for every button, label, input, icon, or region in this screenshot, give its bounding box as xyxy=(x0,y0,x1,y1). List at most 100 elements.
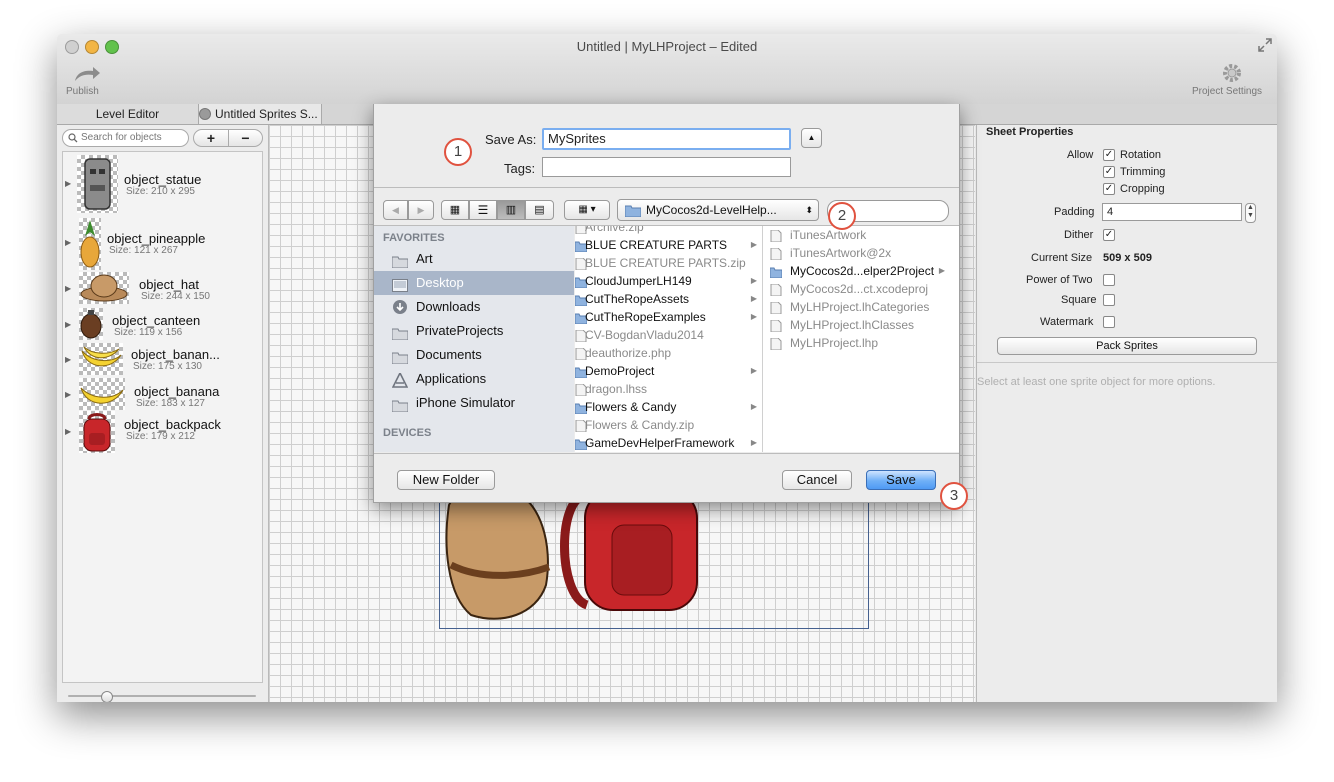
list-item[interactable]: ▶ object_hat Size: 244 x 150 xyxy=(63,272,262,304)
file-item[interactable]: CV-BogdanVladu2014 xyxy=(575,326,761,344)
power-of-two-checkbox[interactable] xyxy=(1103,274,1115,286)
watermark-checkbox[interactable] xyxy=(1103,316,1115,328)
file-item[interactable]: CutTheRopeAssets ▶ xyxy=(575,290,761,308)
trimming-checkbox[interactable]: ✓ xyxy=(1103,166,1115,178)
pack-sprites-button[interactable]: Pack Sprites xyxy=(997,337,1257,355)
add-object-button[interactable]: + xyxy=(193,129,229,147)
save-as-field[interactable]: MySprites xyxy=(542,128,791,150)
coverflow-view-button[interactable]: ▤ xyxy=(525,200,554,220)
file-column-1[interactable]: Archive.zip BLUE CREATURE PARTS ▶ BLUE CREA… xyxy=(575,226,763,452)
column-view-button[interactable]: ▥ xyxy=(497,200,525,220)
file-item[interactable]: dragon.lhss xyxy=(575,380,761,398)
object-size: Size: 175 x 130 xyxy=(133,361,202,372)
disclosure-triangle-icon[interactable]: ▶ xyxy=(65,320,71,329)
tags-label: Tags: xyxy=(504,161,536,176)
file-item[interactable]: Flowers & Candy ▶ xyxy=(575,398,761,416)
disclosure-arrow-icon: ▶ xyxy=(750,438,757,447)
file-item[interactable]: MyLHProject.lhCategories xyxy=(763,298,949,316)
file-name: CloudJumperLH149 xyxy=(585,274,692,288)
back-button[interactable]: ◀ xyxy=(383,200,408,220)
disclosure-triangle-icon[interactable]: ▶ xyxy=(65,284,71,293)
disclosure-triangle-icon[interactable]: ▶ xyxy=(65,238,71,247)
file-item[interactable]: iTunesArtwork@2x xyxy=(763,244,949,262)
tab-sprites-sheet[interactable]: Untitled Sprites S... xyxy=(199,104,322,124)
disclosure-triangle-icon[interactable]: ▶ xyxy=(65,427,71,436)
file-item[interactable]: MyLHProject.lhClasses xyxy=(763,316,949,334)
zoom-slider[interactable] xyxy=(68,691,256,702)
arrange-menu-button[interactable]: ▦ ▾ xyxy=(564,200,610,220)
file-item[interactable]: Archive.zip xyxy=(575,226,761,236)
cropping-label: Cropping xyxy=(1120,183,1165,195)
list-item[interactable]: ▶ object_backpack Size: 179 x 212 xyxy=(63,411,262,453)
sheet-properties-panel: Sheet Properties Allow ✓ Rotation ✓ Trim… xyxy=(976,125,1277,702)
zoom-slider-knob[interactable] xyxy=(101,691,113,702)
list-item[interactable]: ▶ object_banana Size: 183 x 127 xyxy=(63,378,262,410)
rotation-checkbox[interactable]: ✓ xyxy=(1103,149,1115,161)
sidebar-item-downloads[interactable]: Downloads xyxy=(374,295,574,319)
dialog-divider xyxy=(374,187,959,188)
square-checkbox[interactable] xyxy=(1103,294,1115,306)
file-item[interactable]: deauthorize.php xyxy=(575,344,761,362)
tags-field[interactable] xyxy=(542,157,791,177)
file-item[interactable]: BLUE CREATURE PARTS.zip xyxy=(575,254,761,272)
cropping-checkbox[interactable]: ✓ xyxy=(1103,183,1115,195)
title-bar: Untitled | MyLHProject – Edited Publish … xyxy=(57,34,1277,105)
window-title: Untitled | MyLHProject – Edited xyxy=(576,39,758,54)
padding-stepper[interactable]: ▲ ▼ xyxy=(1245,203,1256,223)
search-field[interactable]: Search for objects xyxy=(62,129,189,147)
gear-icon xyxy=(1223,64,1241,82)
sidebar-item-desktop[interactable]: Desktop xyxy=(374,271,574,295)
cancel-button[interactable]: Cancel xyxy=(782,470,852,490)
expand-dialog-button[interactable]: ▲ xyxy=(801,128,822,148)
file-item[interactable]: iTunesArtwork xyxy=(763,226,949,244)
file-item[interactable]: GameDevHelperFramework ▶ xyxy=(575,434,761,452)
file-item[interactable]: MyLHProject.lhp xyxy=(763,334,949,352)
sidebar-item-documents[interactable]: Documents xyxy=(374,343,574,367)
hat-thumbnail xyxy=(79,272,129,304)
forward-button[interactable]: ▶ xyxy=(408,200,434,220)
file-item[interactable]: MyCocos2d...ct.xcodeproj xyxy=(763,280,949,298)
list-item[interactable]: ▶ object_canteen Size: 119 x 156 xyxy=(63,308,262,340)
dither-checkbox[interactable]: ✓ xyxy=(1103,229,1115,241)
file-item[interactable]: BLUE CREATURE PARTS ▶ xyxy=(575,236,761,254)
current-size-value: 509 x 509 xyxy=(1103,252,1152,264)
object-list[interactable]: ▶ object_statue Size: 210 x 295 ▶ object… xyxy=(62,151,263,683)
location-popup[interactable]: MyCocos2d-LevelHelp... ⬍ xyxy=(617,199,819,221)
disclosure-triangle-icon[interactable]: ▶ xyxy=(65,355,71,364)
file-name: Archive.zip xyxy=(585,226,644,234)
file-name: MyCocos2d...ct.xcodeproj xyxy=(790,282,929,296)
new-folder-button[interactable]: New Folder xyxy=(397,470,495,490)
file-column-2[interactable]: iTunesArtwork iTunesArtwork@2x MyCocos2d..… xyxy=(763,226,959,452)
sidebar-item-privateprojects[interactable]: PrivateProjects xyxy=(374,319,574,343)
sidebar-item-applications[interactable]: Applications xyxy=(374,367,574,391)
fullscreen-icon[interactable] xyxy=(1258,38,1272,52)
sidebar-item-art[interactable]: Art xyxy=(374,247,574,271)
icon-view-button[interactable]: ▦ xyxy=(441,200,469,220)
list-view-button[interactable]: ☰ xyxy=(469,200,497,220)
padding-field[interactable]: 4 xyxy=(1102,203,1242,221)
power-of-two-label: Power of Two xyxy=(1026,274,1093,286)
disclosure-arrow-icon: ▶ xyxy=(750,312,757,321)
file-item[interactable]: CutTheRopeExamples ▶ xyxy=(575,308,761,326)
file-item[interactable]: Flowers & Candy.zip xyxy=(575,416,761,434)
file-item[interactable]: DemoProject ▶ xyxy=(575,362,761,380)
tab-close-icon[interactable] xyxy=(199,108,211,120)
list-item[interactable]: ▶ object_pineapple Size: 121 x 267 xyxy=(63,218,262,270)
disclosure-triangle-icon[interactable]: ▶ xyxy=(65,179,71,188)
publish-button[interactable]: Publish xyxy=(65,64,105,100)
save-button[interactable]: Save xyxy=(866,470,936,490)
sidebar-item-iphone-simulator[interactable]: iPhone Simulator xyxy=(374,391,574,415)
pineapple-thumbnail xyxy=(79,218,101,270)
object-size: Size: 183 x 127 xyxy=(136,398,205,409)
file-item[interactable]: MyCocos2d...elper2Project ▶ xyxy=(763,262,949,280)
list-item[interactable]: ▶ object_statue Size: 210 x 295 xyxy=(63,155,262,213)
square-label: Square xyxy=(1061,294,1097,306)
tab-level-editor[interactable]: Level Editor xyxy=(57,104,199,124)
file-name: Flowers & Candy xyxy=(585,400,677,414)
list-item[interactable]: ▶ object_banan... Size: 175 x 130 xyxy=(63,343,262,375)
disclosure-triangle-icon[interactable]: ▶ xyxy=(65,390,71,399)
remove-object-button[interactable]: − xyxy=(228,129,263,147)
file-item[interactable]: CloudJumperLH149 ▶ xyxy=(575,272,761,290)
sidebar-label: Downloads xyxy=(416,299,481,314)
project-settings-button[interactable]: Project Settings xyxy=(1191,64,1273,100)
